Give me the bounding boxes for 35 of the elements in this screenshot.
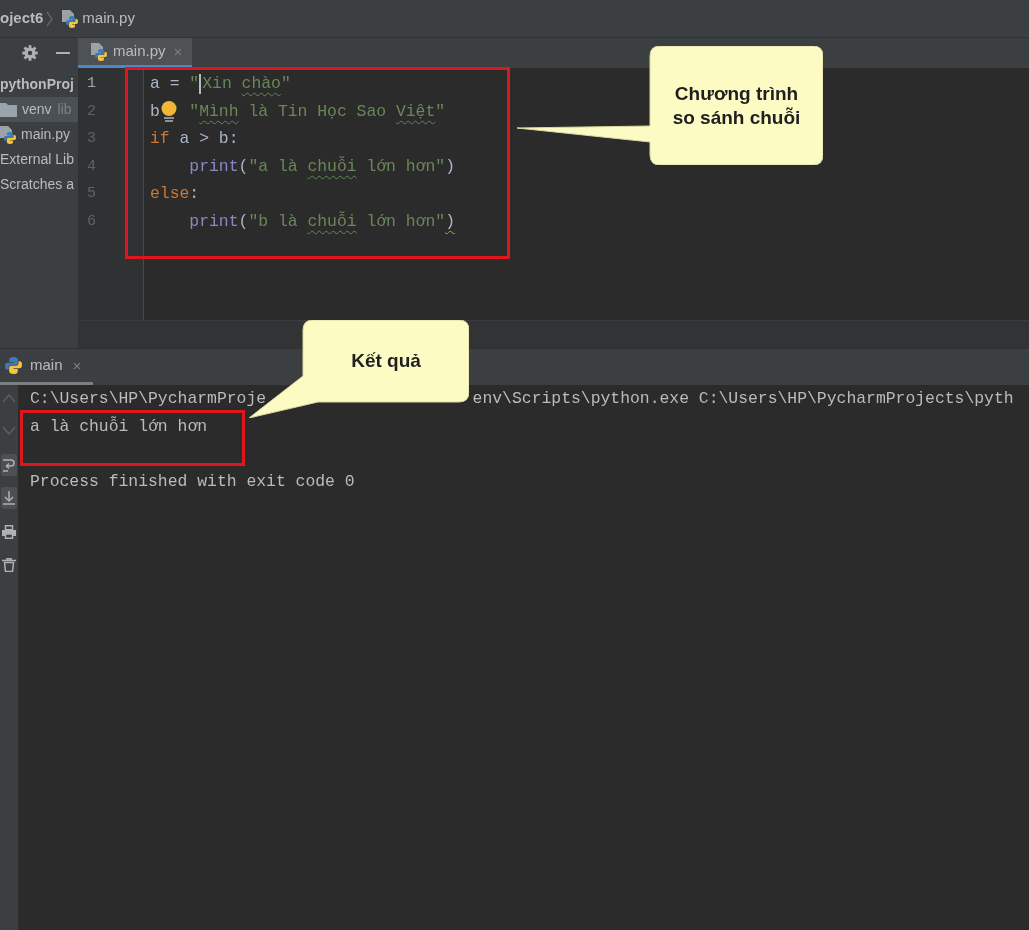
chevron-icon	[46, 10, 54, 27]
breadcrumb-item[interactable]: main.py	[82, 7, 135, 30]
tree-item[interactable]: pythonProj	[0, 72, 78, 97]
text-caret	[199, 73, 202, 94]
code-text: print("a là chuỗi lớn hơn")	[189, 156, 455, 176]
printer-icon[interactable]	[2, 524, 16, 539]
editor-tab[interactable]: main.py ×	[78, 38, 193, 68]
trash-icon[interactable]	[2, 557, 16, 572]
code-text: print("b là chuỗi lớn hơn")	[189, 211, 455, 231]
code-text: if a > b:	[150, 129, 239, 148]
scroll-end-icon[interactable]	[1, 487, 17, 510]
line-number: 1	[87, 75, 96, 92]
lightbulb-icon[interactable]	[159, 100, 178, 122]
callout-text: Kết quả	[351, 349, 421, 373]
tree-item[interactable]: External Lib	[0, 147, 78, 172]
tree-item[interactable]: main.py	[0, 122, 78, 147]
console-text: env\Scripts\python.exe C:\Users\HP\PycharmProjects\pyth	[472, 389, 1014, 408]
code-text: else:	[150, 184, 200, 203]
python-file-icon	[0, 125, 16, 144]
breadcrumb-item[interactable]: oject6	[0, 7, 44, 30]
code-text: "Mình là Tin Học Sao Việt"	[189, 101, 446, 121]
python-file-icon	[62, 9, 79, 28]
wrap-icon[interactable]	[1, 453, 17, 476]
tree-item[interactable]: Scratches a	[0, 172, 78, 197]
code-text: Xin chào"	[202, 74, 291, 93]
console-text: Process finished with exit code 0	[30, 471, 355, 491]
code-text: b	[150, 101, 160, 121]
folder-icon	[0, 102, 17, 117]
console-text: a là chuỗi lớn hơn	[30, 416, 208, 436]
console-text: C:\Users\HP\PycharmProje	[30, 389, 267, 408]
python-file-icon	[91, 42, 107, 61]
python-icon	[5, 357, 22, 374]
callout-text: Chương trình so sánh chuỗi	[671, 81, 802, 130]
code-text: a = "	[150, 74, 200, 93]
settings-icon[interactable]	[22, 45, 38, 61]
